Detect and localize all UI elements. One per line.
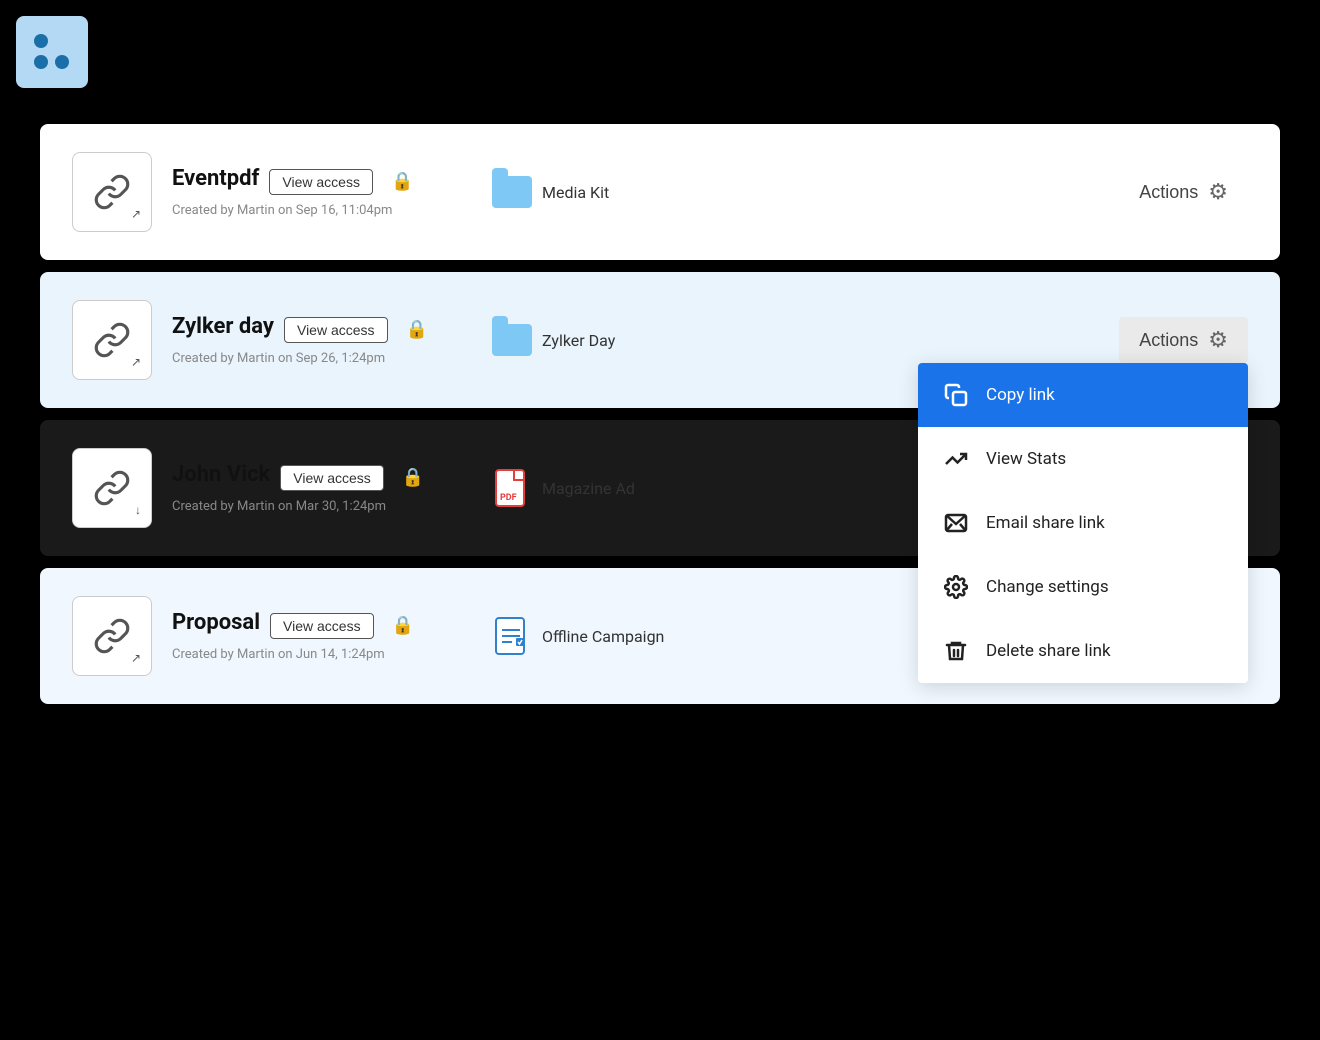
lock-icon-johnvick: 🔒 <box>402 467 424 488</box>
link-icon-johnvick <box>93 469 131 507</box>
card-meta-johnvick: Created by Martin on Mar 30, 1:24pm <box>172 499 452 514</box>
copy-link-label: Copy link <box>986 385 1055 405</box>
top-bar <box>0 0 1320 104</box>
svg-text:PDF: PDF <box>500 493 517 503</box>
folder-icon-eventpdf <box>492 176 532 208</box>
dot-4 <box>55 55 69 69</box>
link-icon-proposal <box>93 617 131 655</box>
card-folder-eventpdf: Media Kit <box>452 176 1119 208</box>
view-access-btn-proposal[interactable]: View access <box>270 613 374 639</box>
dropdown-item-delete-link[interactable]: Delete share link <box>918 619 1248 683</box>
delete-link-label: Delete share link <box>986 641 1111 661</box>
card-title-johnvick: John Vick <box>172 462 270 487</box>
actions-label-zylkerday: Actions <box>1139 330 1198 351</box>
link-icon-eventpdf <box>93 173 131 211</box>
folder-name-eventpdf: Media Kit <box>542 183 609 202</box>
link-icon-zylkerday <box>93 321 131 359</box>
dot-1 <box>34 34 48 48</box>
delete-link-icon <box>942 637 970 665</box>
email-share-label: Email share link <box>986 513 1105 533</box>
dot-2 <box>55 34 69 48</box>
arrow-indicator-eventpdf: ↗ <box>131 207 141 221</box>
view-access-btn-johnvick[interactable]: View access <box>280 465 384 491</box>
link-icon-box-proposal: ↗ <box>72 596 152 676</box>
view-access-btn-zylkerday[interactable]: View access <box>284 317 388 343</box>
app-icon <box>16 16 88 88</box>
card-meta-proposal: Created by Martin on Jun 14, 1:24pm <box>172 647 452 662</box>
actions-area-eventpdf: Actions ⚙ <box>1119 169 1248 215</box>
arrow-indicator-johnvick: ↓ <box>135 503 141 517</box>
card-meta-eventpdf: Created by Martin on Sep 16, 11:04pm <box>172 203 452 218</box>
change-settings-label: Change settings <box>986 577 1109 597</box>
view-stats-label: View Stats <box>986 449 1066 469</box>
app-icon-dots <box>34 34 70 70</box>
gear-icon-eventpdf: ⚙ <box>1208 179 1228 205</box>
dropdown-item-copy-link[interactable]: Copy link <box>918 363 1248 427</box>
main-content: ↗ Eventpdf View access 🔒 Created by Mart… <box>0 104 1320 724</box>
email-share-icon <box>942 509 970 537</box>
lock-icon-zylkerday: 🔒 <box>406 319 428 340</box>
dot-3 <box>34 55 48 69</box>
view-stats-icon <box>942 445 970 473</box>
folder-icon-zylkerday <box>492 324 532 356</box>
card-meta-zylkerday: Created by Martin on Sep 26, 1:24pm <box>172 351 452 366</box>
card-info-zylkerday: Zylker day View access 🔒 Created by Mart… <box>172 314 452 366</box>
actions-area-zylkerday: Actions ⚙ Copy link <box>1119 317 1248 363</box>
card-title-eventpdf: Eventpdf <box>172 166 259 191</box>
card-info-johnvick: John Vick View access 🔒 Created by Marti… <box>172 462 452 514</box>
folder-name-proposal: Offline Campaign <box>542 627 664 646</box>
pdf-icon-johnvick: PDF <box>492 468 532 508</box>
card-title-proposal: Proposal <box>172 610 260 635</box>
copy-link-icon <box>942 381 970 409</box>
folder-name-zylkerday: Zylker Day <box>542 331 615 350</box>
link-icon-box-zylkerday: ↗ <box>72 300 152 380</box>
dropdown-menu-zylkerday: Copy link View Stats <box>918 363 1248 683</box>
card-info-proposal: Proposal View access 🔒 Created by Martin… <box>172 610 452 662</box>
card-eventpdf: ↗ Eventpdf View access 🔒 Created by Mart… <box>40 124 1280 260</box>
gear-icon-zylkerday: ⚙ <box>1208 327 1228 353</box>
link-icon-box-eventpdf: ↗ <box>72 152 152 232</box>
dropdown-item-email-share[interactable]: Email share link <box>918 491 1248 555</box>
arrow-indicator-proposal: ↗ <box>131 651 141 665</box>
view-access-btn-eventpdf[interactable]: View access <box>269 169 373 195</box>
card-info-eventpdf: Eventpdf View access 🔒 Created by Martin… <box>172 166 452 218</box>
arrow-indicator-zylkerday: ↗ <box>131 355 141 369</box>
folder-name-johnvick: Magazine Ad <box>542 479 635 498</box>
lock-icon-eventpdf: 🔒 <box>391 171 413 192</box>
link-icon-box-johnvick: ↓ <box>72 448 152 528</box>
actions-btn-zylkerday[interactable]: Actions ⚙ <box>1119 317 1248 363</box>
dropdown-item-view-stats[interactable]: View Stats <box>918 427 1248 491</box>
doc-icon-proposal <box>492 616 532 656</box>
card-folder-zylkerday: Zylker Day <box>452 324 1119 356</box>
actions-label-eventpdf: Actions <box>1139 182 1198 203</box>
lock-icon-proposal: 🔒 <box>392 615 414 636</box>
actions-btn-eventpdf[interactable]: Actions ⚙ <box>1119 169 1248 215</box>
card-title-zylkerday: Zylker day <box>172 314 274 339</box>
dropdown-item-change-settings[interactable]: Change settings <box>918 555 1248 619</box>
card-zylkerday: ↗ Zylker day View access 🔒 Created by Ma… <box>40 272 1280 408</box>
change-settings-icon <box>942 573 970 601</box>
